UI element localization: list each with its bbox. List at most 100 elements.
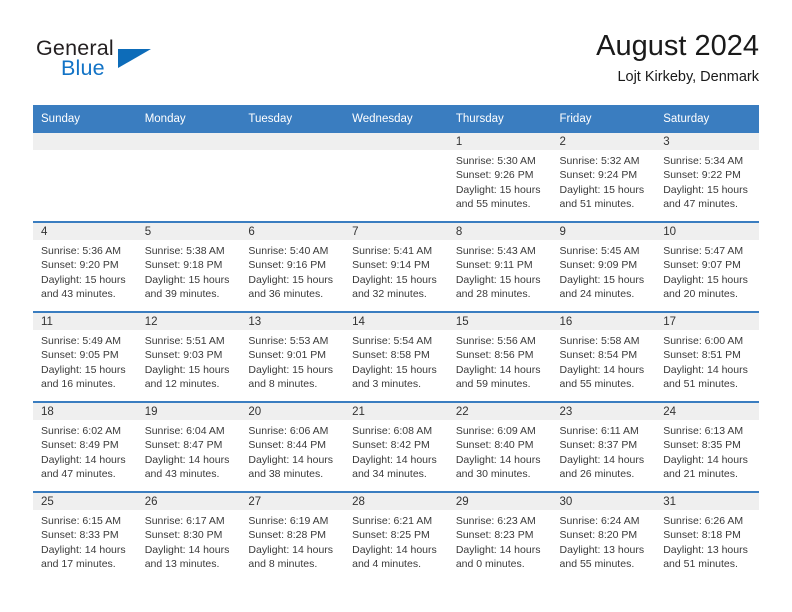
- sunrise-time: Sunrise: 5:40 AM: [248, 245, 329, 257]
- day-number: 26: [136, 493, 241, 510]
- calendar-day-cell[interactable]: 29 Sunrise: 6:23 AM Sunset: 8:23 PM Dayligh…: [447, 491, 552, 581]
- calendar-day-cell[interactable]: 11 Sunrise: 5:49 AM Sunset: 9:05 PM Dayligh…: [33, 311, 137, 402]
- calendar-day-cell[interactable]: 13 Sunrise: 5:53 AM Sunset: 9:01 PM Dayligh…: [240, 311, 345, 402]
- daylight-duration-line1: Daylight: 14 hours: [41, 543, 126, 556]
- calendar-day-cell[interactable]: 6 Sunrise: 5:40 AM Sunset: 9:16 PM Daylight…: [240, 221, 345, 312]
- calendar-day-cell[interactable]: 15 Sunrise: 5:56 AM Sunset: 8:56 PM Dayligh…: [447, 311, 552, 402]
- calendar-day-cell[interactable]: 25 Sunrise: 6:15 AM Sunset: 8:33 PM Dayligh…: [33, 491, 137, 581]
- calendar-day-cell[interactable]: 10 Sunrise: 5:47 AM Sunset: 9:07 PM Dayligh…: [655, 221, 759, 312]
- calendar-day-cell[interactable]: 7 Sunrise: 5:41 AM Sunset: 9:14 PM Daylight…: [344, 221, 448, 312]
- daylight-duration-line2: and 4 minutes.: [352, 558, 421, 571]
- sunrise-sunset-calendar: Sunday Monday Tuesday Wednesday Thursday…: [33, 105, 759, 581]
- calendar-header-row: Sunday Monday Tuesday Wednesday Thursday…: [33, 105, 759, 133]
- daylight-duration-line1: Daylight: 13 hours: [559, 543, 645, 556]
- brand-logo[interactable]: General Blue: [33, 36, 263, 94]
- day-details: Sunrise: 5:43 AM Sunset: 9:11 PM Daylight:…: [448, 240, 552, 302]
- calendar-day-cell[interactable]: 24 Sunrise: 6:13 AM Sunset: 8:35 PM Dayligh…: [655, 401, 759, 492]
- sunrise-time: Sunrise: 5:32 AM: [559, 155, 640, 167]
- day-number: [240, 133, 345, 150]
- calendar-day-cell[interactable]: 23 Sunrise: 6:11 AM Sunset: 8:37 PM Dayligh…: [551, 401, 656, 492]
- calendar-day-cell[interactable]: 20 Sunrise: 6:06 AM Sunset: 8:44 PM Dayligh…: [240, 401, 345, 492]
- daylight-duration-line2: and 30 minutes.: [455, 468, 531, 481]
- day-number: 19: [136, 403, 241, 420]
- day-number: 12: [136, 313, 241, 330]
- sunset-time: Sunset: 8:44 PM: [248, 439, 327, 452]
- calendar-day-cell[interactable]: 8 Sunrise: 5:43 AM Sunset: 9:11 PM Daylight…: [447, 221, 552, 312]
- sunset-time: Sunset: 9:01 PM: [248, 349, 327, 362]
- calendar-day-cell[interactable]: 9 Sunrise: 5:45 AM Sunset: 9:09 PM Daylight…: [551, 221, 656, 312]
- daylight-duration-line1: Daylight: 14 hours: [144, 453, 230, 466]
- calendar-day-cell[interactable]: 17 Sunrise: 6:00 AM Sunset: 8:51 PM Dayligh…: [655, 311, 759, 402]
- daylight-duration-line2: and 34 minutes.: [352, 468, 427, 481]
- day-details: Sunrise: 5:34 AM Sunset: 9:22 PM Daylight:…: [655, 150, 759, 212]
- daylight-duration-line2: and 0 minutes.: [455, 558, 525, 571]
- calendar-day-cell[interactable]: 12 Sunrise: 5:51 AM Sunset: 9:03 PM Dayligh…: [136, 311, 241, 402]
- calendar-day-cell[interactable]: 21 Sunrise: 6:08 AM Sunset: 8:42 PM Dayligh…: [344, 401, 448, 492]
- weekday-header-sunday: Sunday: [33, 105, 137, 133]
- sunset-time: Sunset: 8:37 PM: [559, 439, 638, 452]
- sunset-time: Sunset: 8:42 PM: [352, 439, 430, 452]
- daylight-duration-line1: Daylight: 13 hours: [663, 543, 748, 556]
- calendar-day-cell[interactable]: 18 Sunrise: 6:02 AM Sunset: 8:49 PM Dayligh…: [33, 401, 137, 492]
- sunrise-time: Sunrise: 6:19 AM: [248, 515, 329, 527]
- sunset-time: Sunset: 9:24 PM: [559, 169, 638, 182]
- calendar-day-cell[interactable]: 26 Sunrise: 6:17 AM Sunset: 8:30 PM Dayligh…: [136, 491, 241, 581]
- sunrise-time: Sunrise: 6:13 AM: [663, 425, 744, 437]
- sunset-time: Sunset: 8:49 PM: [41, 439, 119, 452]
- sunrise-time: Sunrise: 6:23 AM: [455, 515, 536, 527]
- sunset-time: Sunset: 8:51 PM: [663, 349, 741, 362]
- day-number: 5: [136, 223, 241, 240]
- daylight-duration-line1: Daylight: 15 hours: [663, 183, 748, 196]
- sunrise-time: Sunrise: 6:02 AM: [41, 425, 121, 437]
- day-details: Sunrise: 6:04 AM Sunset: 8:47 PM Daylight:…: [137, 420, 241, 482]
- daylight-duration-line2: and 3 minutes.: [352, 378, 421, 391]
- day-details: Sunrise: 5:36 AM Sunset: 9:20 PM Daylight:…: [33, 240, 137, 302]
- calendar-day-cell[interactable]: 1 Sunrise: 5:30 AM Sunset: 9:26 PM Daylight…: [447, 133, 552, 222]
- day-details: Sunrise: 6:19 AM Sunset: 8:28 PM Daylight:…: [240, 510, 344, 572]
- day-number: 30: [551, 493, 656, 510]
- calendar-day-cell[interactable]: 27 Sunrise: 6:19 AM Sunset: 8:28 PM Dayligh…: [240, 491, 345, 581]
- sunset-time: Sunset: 8:30 PM: [144, 529, 223, 542]
- daylight-duration-line1: Daylight: 14 hours: [352, 543, 437, 556]
- day-details: Sunrise: 5:41 AM Sunset: 9:14 PM Daylight:…: [344, 240, 448, 302]
- sunrise-time: Sunrise: 5:43 AM: [455, 245, 536, 257]
- calendar-day-cell[interactable]: 5 Sunrise: 5:38 AM Sunset: 9:18 PM Daylight…: [136, 221, 241, 312]
- daylight-duration-line2: and 26 minutes.: [559, 468, 635, 481]
- calendar-day-cell[interactable]: 3 Sunrise: 5:34 AM Sunset: 9:22 PM Daylight…: [655, 133, 759, 222]
- calendar-day-cell[interactable]: 30 Sunrise: 6:24 AM Sunset: 8:20 PM Dayligh…: [551, 491, 656, 581]
- sunset-time: Sunset: 9:18 PM: [144, 259, 223, 272]
- sunrise-time: Sunrise: 5:41 AM: [352, 245, 433, 257]
- sunrise-time: Sunrise: 5:45 AM: [559, 245, 640, 257]
- daylight-duration-line2: and 12 minutes.: [144, 378, 220, 391]
- calendar-day-cell[interactable]: 28 Sunrise: 6:21 AM Sunset: 8:25 PM Dayligh…: [344, 491, 448, 581]
- calendar-day-cell[interactable]: 19 Sunrise: 6:04 AM Sunset: 8:47 PM Dayligh…: [136, 401, 241, 492]
- day-number: 17: [655, 313, 759, 330]
- calendar-day-cell[interactable]: 4 Sunrise: 5:36 AM Sunset: 9:20 PM Daylight…: [33, 221, 137, 312]
- daylight-duration-line2: and 21 minutes.: [663, 468, 738, 481]
- sunset-time: Sunset: 9:07 PM: [663, 259, 741, 272]
- calendar-day-cell[interactable]: 22 Sunrise: 6:09 AM Sunset: 8:40 PM Dayligh…: [447, 401, 552, 492]
- sunrise-time: Sunrise: 6:11 AM: [559, 425, 639, 437]
- daylight-duration-line2: and 13 minutes.: [144, 558, 220, 571]
- sunrise-time: Sunrise: 6:24 AM: [559, 515, 640, 527]
- sunset-time: Sunset: 8:18 PM: [663, 529, 741, 542]
- sunrise-time: Sunrise: 5:36 AM: [41, 245, 121, 257]
- calendar-day-cell[interactable]: 16 Sunrise: 5:58 AM Sunset: 8:54 PM Dayligh…: [551, 311, 656, 402]
- day-details: Sunrise: 5:54 AM Sunset: 8:58 PM Daylight:…: [344, 330, 448, 392]
- day-number: 6: [240, 223, 345, 240]
- sunset-time: Sunset: 8:23 PM: [455, 529, 534, 542]
- day-number: 10: [655, 223, 759, 240]
- day-number: 23: [551, 403, 656, 420]
- daylight-duration-line1: Daylight: 14 hours: [352, 453, 437, 466]
- daylight-duration-line2: and 24 minutes.: [559, 288, 635, 301]
- sunrise-time: Sunrise: 6:04 AM: [144, 425, 225, 437]
- day-details: Sunrise: 5:32 AM Sunset: 9:24 PM Daylight:…: [552, 150, 656, 212]
- calendar-week-row: 25 Sunrise: 6:15 AM Sunset: 8:33 PM Dayligh…: [33, 491, 759, 581]
- day-details: Sunrise: 6:13 AM Sunset: 8:35 PM Daylight:…: [655, 420, 759, 482]
- calendar-day-cell[interactable]: 31 Sunrise: 6:26 AM Sunset: 8:18 PM Dayligh…: [655, 491, 759, 581]
- blue-triangle-icon: [118, 49, 151, 68]
- calendar-day-cell[interactable]: 2 Sunrise: 5:32 AM Sunset: 9:24 PM Daylight…: [551, 133, 656, 222]
- day-details: Sunrise: 6:00 AM Sunset: 8:51 PM Daylight:…: [655, 330, 759, 392]
- calendar-day-cell[interactable]: 14 Sunrise: 5:54 AM Sunset: 8:58 PM Dayligh…: [344, 311, 448, 402]
- daylight-duration-line1: Daylight: 14 hours: [455, 453, 541, 466]
